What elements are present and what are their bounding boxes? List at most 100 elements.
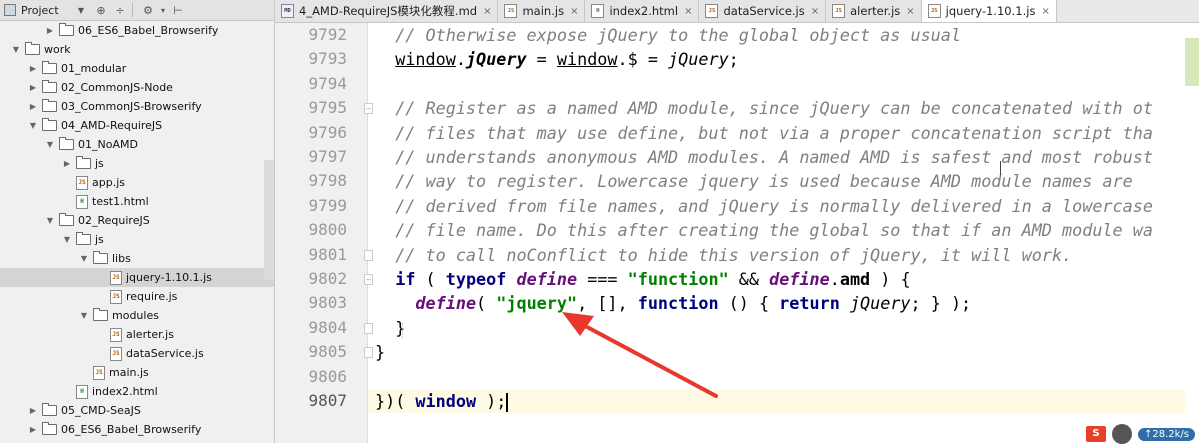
folder-icon: [42, 403, 57, 416]
tree-file[interactable]: ▶JSmain.js: [0, 363, 274, 382]
code-area[interactable]: // Otherwise expose jQuery to the global…: [375, 23, 1199, 443]
editor-tab[interactable]: JS dataService.js ×: [699, 0, 827, 22]
tree-folder[interactable]: ▶ js: [0, 154, 274, 173]
editor-tab[interactable]: Hindex2.html ×: [585, 0, 700, 22]
code-token: ) {: [870, 269, 911, 289]
folder-icon: [42, 61, 57, 74]
code-token: &&: [728, 269, 770, 289]
editor-tabs: MD 4_AMD-RequireJS模块化教程.md × JS main.js × Hind…: [275, 0, 1199, 23]
collapse-arrow-icon[interactable]: ▶: [44, 26, 56, 35]
line-number: 9794: [308, 73, 347, 93]
editor-tab[interactable]: MD 4_AMD-RequireJS模块化教程.md ×: [275, 0, 499, 22]
js-file-icon: JS: [110, 327, 122, 342]
tree-folder[interactable]: ▶ 03_CommonJS-Browserify: [0, 97, 274, 116]
code-line: // way to register. Lowercase jquery is …: [375, 169, 1133, 193]
collapse-arrow-icon[interactable]: ▶: [27, 406, 39, 415]
collapse-arrow-icon[interactable]: ▶: [27, 64, 39, 73]
tab-label: index2.html: [609, 4, 679, 18]
expand-arrow-icon[interactable]: ▼: [10, 45, 22, 54]
line-number: 9799: [308, 195, 347, 215]
hide-panel-icon[interactable]: ⊢: [170, 2, 186, 18]
js-file-icon: JS: [93, 365, 105, 380]
close-tab-icon[interactable]: ×: [684, 6, 692, 17]
collapse-arrow-icon[interactable]: ▶: [27, 83, 39, 92]
collapse-arrow-icon[interactable]: ▶: [27, 102, 39, 111]
collapse-arrow-icon[interactable]: ▶: [27, 425, 39, 434]
expand-arrow-icon[interactable]: ▼: [78, 254, 90, 263]
expand-arrow-icon[interactable]: ▼: [44, 216, 56, 225]
tree-folder[interactable]: ▼ 01_NoAMD: [0, 135, 274, 154]
fold-marker-icon[interactable]: −: [364, 274, 373, 285]
editor-tab[interactable]: JS jquery-1.10.1.js ×: [921, 0, 1057, 22]
project-view-selector[interactable]: Project ▼: [0, 4, 90, 17]
close-tab-icon[interactable]: ×: [483, 6, 491, 17]
annotation-arrow-head: [562, 312, 594, 336]
close-tab-icon[interactable]: ×: [811, 6, 819, 17]
tree-folder[interactable]: ▼ 04_AMD-RequireJS: [0, 116, 274, 135]
collapse-arrow-icon[interactable]: ▶: [61, 159, 73, 168]
tree-file[interactable]: ▶JSdataService.js: [0, 344, 274, 363]
tree-scrollbar[interactable]: [264, 160, 274, 280]
tree-item-label: 02_RequireJS: [78, 214, 150, 227]
code-editor[interactable]: 9792 9793 9794 9795 − 9796 9797 9798 9799 9800 980…: [275, 23, 1199, 443]
editor-tab[interactable]: JS main.js ×: [498, 0, 586, 22]
tree-folder[interactable]: ▼ modules: [0, 306, 274, 325]
settings-dropdown-icon[interactable]: ▾: [159, 2, 167, 18]
line-number: 9805: [308, 342, 347, 362]
tree-folder[interactable]: ▼ libs: [0, 249, 274, 268]
tree-file[interactable]: ▶JSalerter.js: [0, 325, 274, 344]
tree-item-label: js: [95, 157, 104, 170]
inspection-status-indicator[interactable]: [1185, 38, 1199, 86]
tree-folder[interactable]: ▶ 06_ES6_Babel_Browserify: [0, 420, 274, 439]
close-tab-icon[interactable]: ×: [570, 6, 578, 17]
tree-file[interactable]: ▶JSapp.js: [0, 173, 274, 192]
network-monitor-icon[interactable]: [1111, 424, 1132, 444]
expand-arrow-icon[interactable]: ▼: [61, 235, 73, 244]
tree-item-label: test1.html: [92, 195, 149, 208]
project-toolbar: Project ▼ ⊕ ÷ ⚙ ▾ ⊢: [0, 0, 274, 21]
tree-folder[interactable]: ▶ 01_modular: [0, 59, 274, 78]
line-number: 9792: [308, 25, 347, 44]
tree-folder[interactable]: ▶ 05_CMD-SeaJS: [0, 401, 274, 420]
tree-file[interactable]: ▶Hindex2.html: [0, 382, 274, 401]
code-token: .: [455, 49, 466, 70]
ime-indicator[interactable]: S: [1085, 426, 1106, 442]
editor-tab[interactable]: JS alerter.js ×: [826, 0, 922, 22]
tab-label: alerter.js: [850, 4, 901, 18]
fold-end-marker-icon[interactable]: [364, 347, 373, 359]
tree-folder[interactable]: ▼ work: [0, 40, 274, 59]
fold-end-marker-icon[interactable]: [364, 322, 373, 334]
folder-icon: [76, 156, 91, 169]
code-token: (: [476, 293, 497, 314]
code-token: // file name. Do this after creating the…: [375, 220, 1153, 241]
tree-folder[interactable]: ▶ 02_CommonJS-Node: [0, 78, 274, 97]
tree-folder[interactable]: ▼ 02_RequireJS: [0, 211, 274, 230]
fold-marker-icon[interactable]: −: [364, 103, 373, 115]
tree-item-label: dataService.js: [126, 347, 204, 360]
text-cursor-icon: [1000, 161, 1003, 175]
annotation-arrow: [562, 312, 718, 398]
close-tab-icon[interactable]: ×: [906, 6, 914, 17]
expand-arrow-icon[interactable]: ▼: [78, 311, 90, 320]
dropdown-caret-icon: ▼: [77, 5, 84, 15]
network-speed: ↑28.2k/s: [1137, 427, 1195, 441]
js-file-icon: JS: [110, 270, 122, 285]
code-token: ===: [577, 269, 628, 289]
code-token: jQuery: [668, 49, 729, 70]
fold-end-marker-icon[interactable]: [364, 249, 373, 261]
collapse-all-icon[interactable]: ÷: [112, 2, 128, 18]
tree-file[interactable]: ▶JSrequire.js: [0, 287, 274, 306]
target-icon[interactable]: ⊕: [93, 2, 109, 18]
settings-icon[interactable]: ⚙: [140, 2, 156, 18]
tree-folder[interactable]: ▶ 06_ES6_Babel_Browserify: [0, 21, 274, 40]
tree-file[interactable]: ▶Htest1.html: [0, 192, 274, 211]
close-tab-icon[interactable]: ×: [1041, 6, 1049, 17]
tree-item-label: app.js: [92, 176, 125, 189]
expand-arrow-icon[interactable]: ▼: [27, 121, 39, 130]
tree-file[interactable]: ▶JSjquery-1.10.1.js: [0, 268, 274, 287]
expand-arrow-icon[interactable]: ▼: [44, 140, 56, 149]
tree-folder[interactable]: ▼ js: [0, 230, 274, 249]
line-number: 9801: [308, 244, 347, 264]
code-token: // to call noConflict to hide this versi…: [375, 244, 1073, 265]
